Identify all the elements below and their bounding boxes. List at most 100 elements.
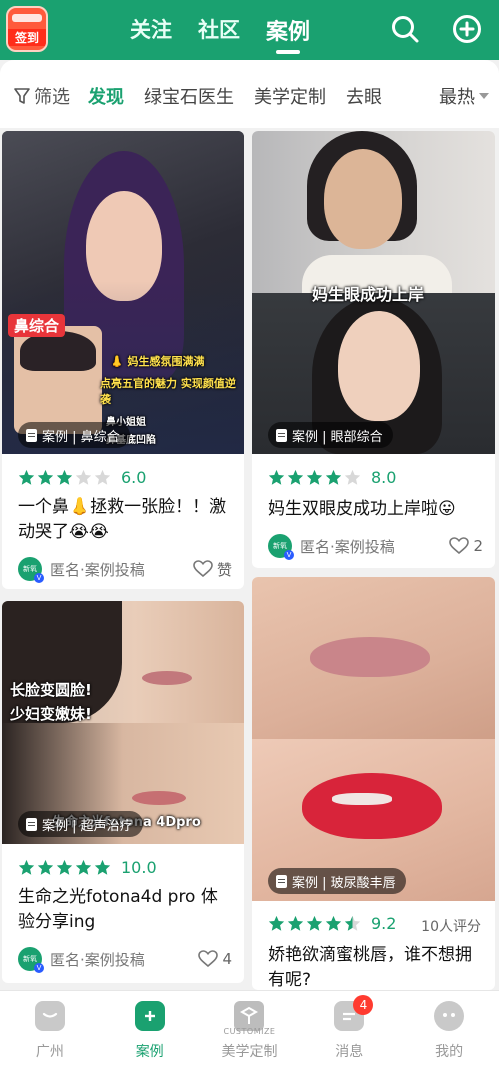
nav-label: 消息 [335,1044,364,1060]
heart-icon [449,537,470,555]
case-card[interactable]: 长脸变圆脸! 少妇变嫩妹! 生命之光fotona 4Dpro 案例 | 超声治疗… [2,601,244,983]
calendar-icon [12,14,42,22]
case-tag: 案例 | 超声治疗 [18,811,143,837]
bottom-nav: 广州 案例 CUSTOMIZE 美学定制 4 消息 我的 [0,990,499,1070]
heart-icon [198,950,219,968]
tab-cases[interactable]: 案例 [266,14,310,54]
star-icon [94,469,111,485]
customize-sublabel: CUSTOMIZE [223,1027,276,1036]
case-photo: 妈生眼成功上岸 案例 | 眼部综合 [252,131,495,454]
like-button[interactable]: 2 [449,537,483,555]
nav-label: 我的 [435,1044,464,1060]
sort-dropdown[interactable]: 最热 [429,82,489,110]
star-icon [287,915,304,931]
rating-stars: 10.0 [18,858,157,877]
star-icon [306,915,323,931]
star-icon [56,469,73,485]
rating-score: 9.2 [371,914,397,933]
filter-bar: 筛选 发现 绿宝石医生 美学定制 去眼 最热 [0,60,499,128]
case-tag-label: 案例 | 超声治疗 [42,818,133,834]
star-icon [18,469,35,485]
unread-badge: 4 [353,995,374,1015]
profile-icon [434,1001,465,1031]
case-title: 一个鼻👃拯救一张脸！！激动哭了😭😭 [18,497,227,542]
star-icon [18,859,35,875]
author-name: 匿名·案例投稿 [300,537,395,556]
star-icon [287,469,304,485]
chip-eye-bag[interactable]: 去眼 [346,83,382,109]
chevron-down-icon [479,93,489,99]
star-icon [344,469,361,485]
avatar[interactable]: 新氧 V [18,947,44,973]
case-photo: 长脸变圆脸! 少妇变嫩妹! 生命之光fotona 4Dpro 案例 | 超声治疗 [2,601,244,844]
like-button[interactable]: 赞 [193,559,232,580]
like-count: 2 [473,537,483,555]
search-icon[interactable] [390,14,420,44]
document-icon [26,428,37,442]
funnel-icon [14,88,30,104]
case-tag: 案例 | 眼部综合 [268,422,393,448]
star-icon [306,469,323,485]
nav-label: 案例 [135,1044,164,1060]
overlay-text: 点亮五官的魅力 实现颜值逆袭 [100,377,236,406]
avatar[interactable]: 新氧 V [18,557,44,583]
rating-score: 6.0 [121,468,147,487]
nav-item-aesthetic-custom[interactable]: CUSTOMIZE 美学定制 [200,991,300,1070]
star-icon [325,469,342,485]
star-icon [75,859,92,875]
tab-community[interactable]: 社区 [198,14,240,46]
star-icon [37,469,54,485]
city-icon [34,1001,65,1031]
like-count: 4 [222,950,232,968]
document-icon [276,874,287,888]
star-icon [268,469,285,485]
chip-aesthetic-custom[interactable]: 美学定制 [254,83,326,109]
star-icon [75,469,92,485]
plus-circle-icon[interactable] [452,14,482,44]
case-tag-label: 案例 | 鼻综合 [42,429,120,445]
author-name: 匿名·案例投稿 [50,950,145,969]
nav-label: 美学定制 [221,1044,278,1060]
rating-score: 10.0 [121,858,157,877]
chip-discover[interactable]: 发现 [88,83,124,109]
filter-button[interactable]: 筛选 [14,83,70,109]
check-in-button[interactable]: 签到 [6,6,48,52]
case-title: 妈生双眼皮成功上岸啦😛 [268,499,456,519]
rating-stars: 8.0 [268,468,396,487]
avatar[interactable]: 新氧 V [268,534,294,560]
case-meta: 新氧 V 匿名·案例投稿 赞 [18,556,232,583]
case-title: 娇艳欲滴蜜桃唇，谁不想拥有呢? [268,945,472,990]
star-icon [37,859,54,875]
top-tabs: 关注 社区 案例 [130,14,310,54]
document-icon [26,817,37,831]
case-tag-label: 案例 | 玻尿酸丰唇 [292,875,396,891]
overlay-text: 妈生眼成功上岸 [312,285,425,304]
case-card[interactable]: 妈生眼成功上岸 案例 | 眼部综合 8.0 妈生双眼皮成功上岸啦😛 新氧 V 匿名… [252,131,495,568]
review-count: 10人评分 [421,919,481,935]
nav-label: 广州 [35,1044,64,1060]
chip-emerald-doctor[interactable]: 绿宝石医生 [144,83,234,109]
nav-item-cases[interactable]: 案例 [100,991,200,1070]
top-bar: 签到 关注 社区 案例 [0,0,499,60]
case-photo: 鼻综合 👃 妈生感氛围满满 点亮五官的魅力 实现颜值逆袭 鼻小姐姐 鼻基底凹陷 … [2,131,244,454]
star-half-icon [344,915,361,931]
nav-item-messages[interactable]: 4 消息 [299,991,399,1070]
star-icon [325,915,342,931]
nav-item-guangzhou[interactable]: 广州 [0,991,100,1070]
overlay-text: 鼻综合 [8,314,66,337]
filter-label: 筛选 [34,87,70,108]
case-meta: 新氧 V 匿名·案例投稿 4 [18,946,232,973]
like-count: 赞 [216,560,232,579]
folder-plus-icon [134,1001,165,1031]
like-button[interactable]: 4 [198,950,232,968]
case-title: 生命之光fotona4d pro 体验分享ing [18,887,218,932]
document-icon [276,428,287,442]
nav-item-profile[interactable]: 我的 [399,991,499,1070]
tab-follow[interactable]: 关注 [130,14,172,46]
author-name: 匿名·案例投稿 [50,560,145,579]
case-tag-label: 案例 | 眼部综合 [292,429,383,445]
case-card[interactable]: 鼻综合 👃 妈生感氛围满满 点亮五官的魅力 实现颜值逆袭 鼻小姐姐 鼻基底凹陷 … [2,131,244,589]
case-card[interactable]: 案例 | 玻尿酸丰唇 9.2 10人评分 娇艳欲滴蜜桃唇，谁不想拥有呢? [252,577,495,990]
overlay-text: 少妇变嫩妹! [10,705,92,723]
case-tag: 案例 | 玻尿酸丰唇 [268,868,406,894]
